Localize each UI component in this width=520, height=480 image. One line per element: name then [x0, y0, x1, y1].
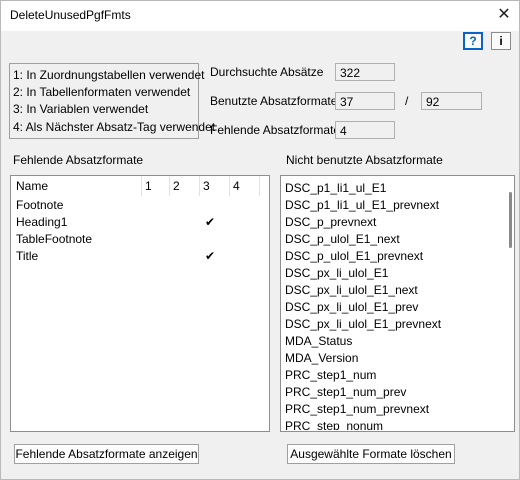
list-item[interactable]: DSC_p1_li1_ul_E1_prevnext [285, 197, 439, 214]
used-separator: / [405, 94, 409, 108]
row-name: Footnote [16, 198, 64, 212]
legend-item-3: 3: In Variablen verwendet [13, 102, 149, 116]
row-col3-check: ✔ [205, 215, 216, 229]
list-item[interactable]: DSC_p_prevnext [285, 214, 376, 231]
used-value: 37 [335, 92, 395, 110]
list-item[interactable]: DSC_p1_li1_ul_E1 [285, 180, 386, 197]
title-bar: DeleteUnusedPgfFmts ✕ [1, 1, 519, 31]
legend-item-1: 1: In Zuordnungstabellen verwendet [13, 68, 205, 82]
missing-panel-title: Fehlende Absatzformate [13, 153, 144, 167]
table-row[interactable]: Footnote [11, 197, 269, 214]
missing-formats-list[interactable]: Name 1 2 3 4 Footnote Heading1 ✔ TableFo… [10, 175, 270, 432]
help-button[interactable]: ? [463, 32, 483, 50]
dialog-window: DeleteUnusedPgfFmts ✕ ? i 1: In Zuordnun… [0, 0, 520, 480]
legend-item-4: 4: Als Nächster Absatz-Tag verwendet [13, 120, 216, 134]
searched-value: 322 [335, 63, 395, 81]
list-item[interactable]: DSC_p_ulol_E1_next [285, 231, 400, 248]
row-col3-check: ✔ [205, 249, 216, 263]
list-item[interactable]: DSC_px_li_ulol_E1_prevnext [285, 316, 441, 333]
legend-item-2: 2: In Tabellenformaten verwendet [13, 85, 191, 99]
row-name: Heading1 [16, 215, 68, 229]
used-total: 92 [421, 92, 482, 110]
list-item[interactable]: PRC_step1_num_prevnext [285, 401, 429, 418]
used-label: Benutzte Absatzformate [210, 94, 338, 108]
missing-value: 4 [335, 121, 395, 139]
list-item[interactable]: DSC_px_li_ulol_E1 [285, 265, 388, 282]
row-name: TableFootnote [16, 232, 93, 246]
window-title: DeleteUnusedPgfFmts [10, 8, 131, 22]
list-item[interactable]: DSC_p_ulol_E1_prevnext [285, 248, 423, 265]
table-row[interactable]: TableFootnote [11, 231, 269, 248]
list-item[interactable]: MDA_Status [285, 333, 352, 350]
list-item[interactable]: PRC_step1_num_prev [285, 384, 406, 401]
table-row[interactable]: Title ✔ [11, 248, 269, 265]
legend-box: 1: In Zuordnungstabellen verwendet 2: In… [9, 63, 215, 139]
table-row[interactable]: Heading1 ✔ [11, 214, 269, 231]
info-button[interactable]: i [491, 32, 511, 50]
list-header: Name 1 2 3 4 [11, 176, 269, 196]
show-missing-button[interactable]: Fehlende Absatzformate anzeigen [14, 444, 199, 464]
delete-selected-button[interactable]: Ausgewählte Formate löschen [287, 444, 455, 464]
close-icon[interactable]: ✕ [495, 5, 513, 25]
list-item[interactable]: PRC_step1_num [285, 367, 376, 384]
column-header-1[interactable]: 1 [142, 176, 170, 196]
searched-label: Durchsuchte Absätze [210, 65, 324, 79]
column-header-3[interactable]: 3 [200, 176, 230, 196]
row-name: Title [16, 249, 39, 263]
list-item[interactable]: PRC_step_nonum [285, 418, 383, 430]
list-item[interactable]: DSC_px_li_ulol_E1_next [285, 282, 418, 299]
column-header-name[interactable]: Name [13, 176, 142, 196]
list-item[interactable]: MDA_Version [285, 350, 358, 367]
missing-label: Fehlende Absatzformate [210, 123, 341, 137]
unused-formats-list[interactable]: DSC_p1_li1_ul_E1 DSC_p1_li1_ul_E1_prevne… [280, 175, 515, 432]
scrollbar-thumb[interactable] [509, 192, 512, 248]
list-item[interactable]: DSC_px_li_ulol_E1_prev [285, 299, 418, 316]
column-header-4[interactable]: 4 [230, 176, 260, 196]
unused-panel-title: Nicht benutzte Absatzformate [286, 153, 443, 167]
column-header-2[interactable]: 2 [170, 176, 200, 196]
